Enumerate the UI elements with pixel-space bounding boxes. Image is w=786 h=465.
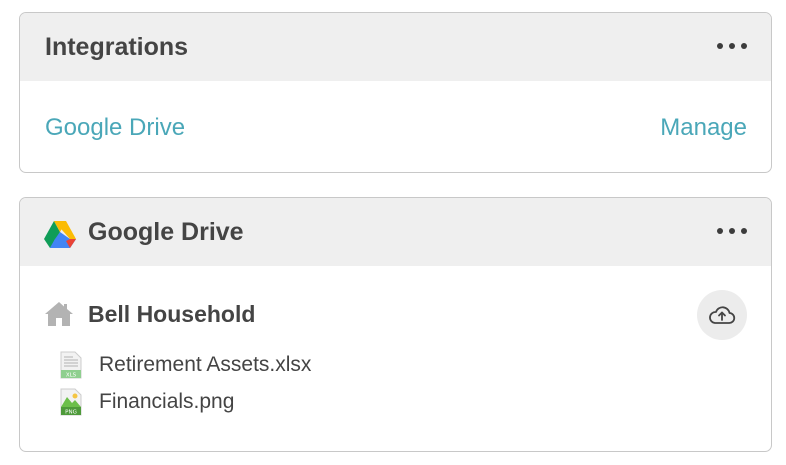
integration-google-drive-link[interactable]: Google Drive — [45, 114, 185, 142]
manage-integration-link[interactable]: Manage — [660, 114, 747, 142]
image-file-icon: PNG — [60, 388, 82, 415]
file-list: XLS Retirement Assets.xlsx PNG Financial… — [60, 346, 311, 420]
integrations-more-button[interactable] — [717, 39, 747, 53]
file-name: Financials.png — [99, 389, 235, 413]
google-drive-card-header: Google Drive — [20, 198, 771, 266]
integrations-title: Integrations — [45, 33, 189, 61]
spreadsheet-file-icon: XLS — [60, 351, 82, 378]
google-drive-icon — [44, 221, 76, 248]
more-dot-icon — [717, 228, 723, 234]
cloud-upload-icon — [709, 306, 736, 324]
more-dot-icon — [717, 43, 723, 49]
folder-row[interactable]: Bell Household — [44, 299, 255, 329]
home-icon — [45, 302, 73, 326]
integrations-card: Integrations Google Drive Manage — [19, 12, 772, 173]
more-dot-icon — [729, 43, 735, 49]
more-dot-icon — [729, 228, 735, 234]
more-dot-icon — [741, 43, 747, 49]
more-dot-icon — [741, 228, 747, 234]
cloud-upload-button[interactable] — [697, 290, 747, 340]
integrations-card-header: Integrations — [20, 13, 771, 81]
file-item-financials[interactable]: PNG Financials.png — [60, 383, 311, 420]
google-drive-card: Google Drive Bell Household XLS Retireme… — [19, 197, 772, 452]
folder-name: Bell Household — [88, 300, 256, 327]
file-type-label: PNG — [65, 409, 77, 415]
google-drive-more-button[interactable] — [717, 224, 747, 238]
file-item-retirement-assets[interactable]: XLS Retirement Assets.xlsx — [60, 346, 311, 383]
file-type-label: XLS — [66, 372, 77, 378]
google-drive-title: Google Drive — [88, 218, 244, 246]
file-name: Retirement Assets.xlsx — [99, 352, 312, 376]
